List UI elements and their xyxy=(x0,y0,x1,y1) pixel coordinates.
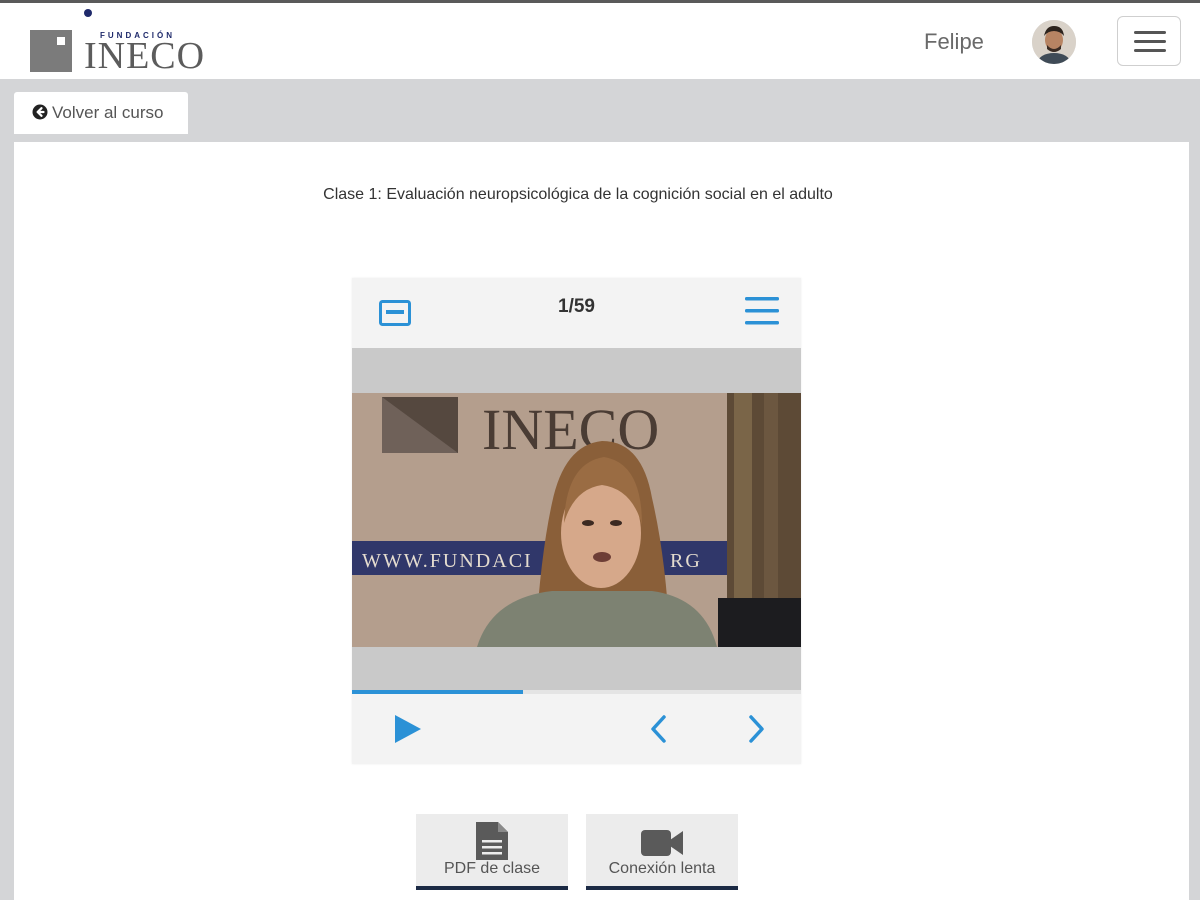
player-controls xyxy=(352,694,801,764)
pdf-download-label: PDF de clase xyxy=(443,860,541,877)
video-letterbox-bottom xyxy=(352,647,801,690)
hamburger-menu-icon-bar xyxy=(1134,49,1166,52)
slow-connection-button[interactable]: Conexión lenta xyxy=(586,814,738,890)
ineco-logo[interactable]: FUNDACIÓN INECO xyxy=(30,9,220,77)
lesson-title: Clase 1: Evaluación neuropsicológica de … xyxy=(323,186,833,203)
video-backdrop-url-tail: RG xyxy=(670,550,702,572)
chevron-right-icon[interactable] xyxy=(739,712,773,746)
slide-counter: 1/59 xyxy=(558,296,595,317)
logo-mark xyxy=(30,30,72,72)
lecture-video[interactable]: INECO WWW.FUNDACI RG xyxy=(352,393,801,647)
player-toolbar: 1/59 xyxy=(352,278,801,346)
logo-wordmark: INECO xyxy=(84,35,206,77)
site-header: FUNDACIÓN INECO Felipe xyxy=(0,3,1200,79)
back-to-course-button[interactable]: Volver al curso xyxy=(14,92,188,134)
video-letterbox-top xyxy=(352,348,801,393)
slide-video-player: 1/59 INECO WWW.FUNDACI RG xyxy=(352,278,801,764)
chevron-left-icon[interactable] xyxy=(642,712,676,746)
back-to-course-label: Volver al curso xyxy=(52,103,164,122)
video-camera-icon xyxy=(641,830,683,856)
slide-list-icon[interactable] xyxy=(745,296,779,326)
pdf-download-button[interactable]: PDF de clase xyxy=(416,814,568,890)
document-icon xyxy=(476,822,508,860)
menu-button[interactable] xyxy=(1117,16,1181,66)
slow-connection-label: Conexión lenta xyxy=(608,860,716,877)
user-name[interactable]: Felipe xyxy=(924,29,984,55)
hamburger-menu-icon xyxy=(1134,31,1166,34)
play-icon[interactable] xyxy=(390,712,424,746)
arrow-circle-left-icon xyxy=(32,104,48,120)
logo-dot xyxy=(84,9,92,17)
hamburger-menu-icon-bar xyxy=(1134,40,1166,43)
avatar[interactable] xyxy=(1032,20,1076,64)
lecture-video-frame: INECO WWW.FUNDACI RG xyxy=(352,393,801,647)
lesson-panel: Clase 1: Evaluación neuropsicológica de … xyxy=(14,142,1189,900)
video-backdrop-logo: INECO xyxy=(482,397,659,462)
user-avatar-icon xyxy=(1032,20,1076,64)
video-backdrop-url: WWW.FUNDACI xyxy=(362,550,533,572)
